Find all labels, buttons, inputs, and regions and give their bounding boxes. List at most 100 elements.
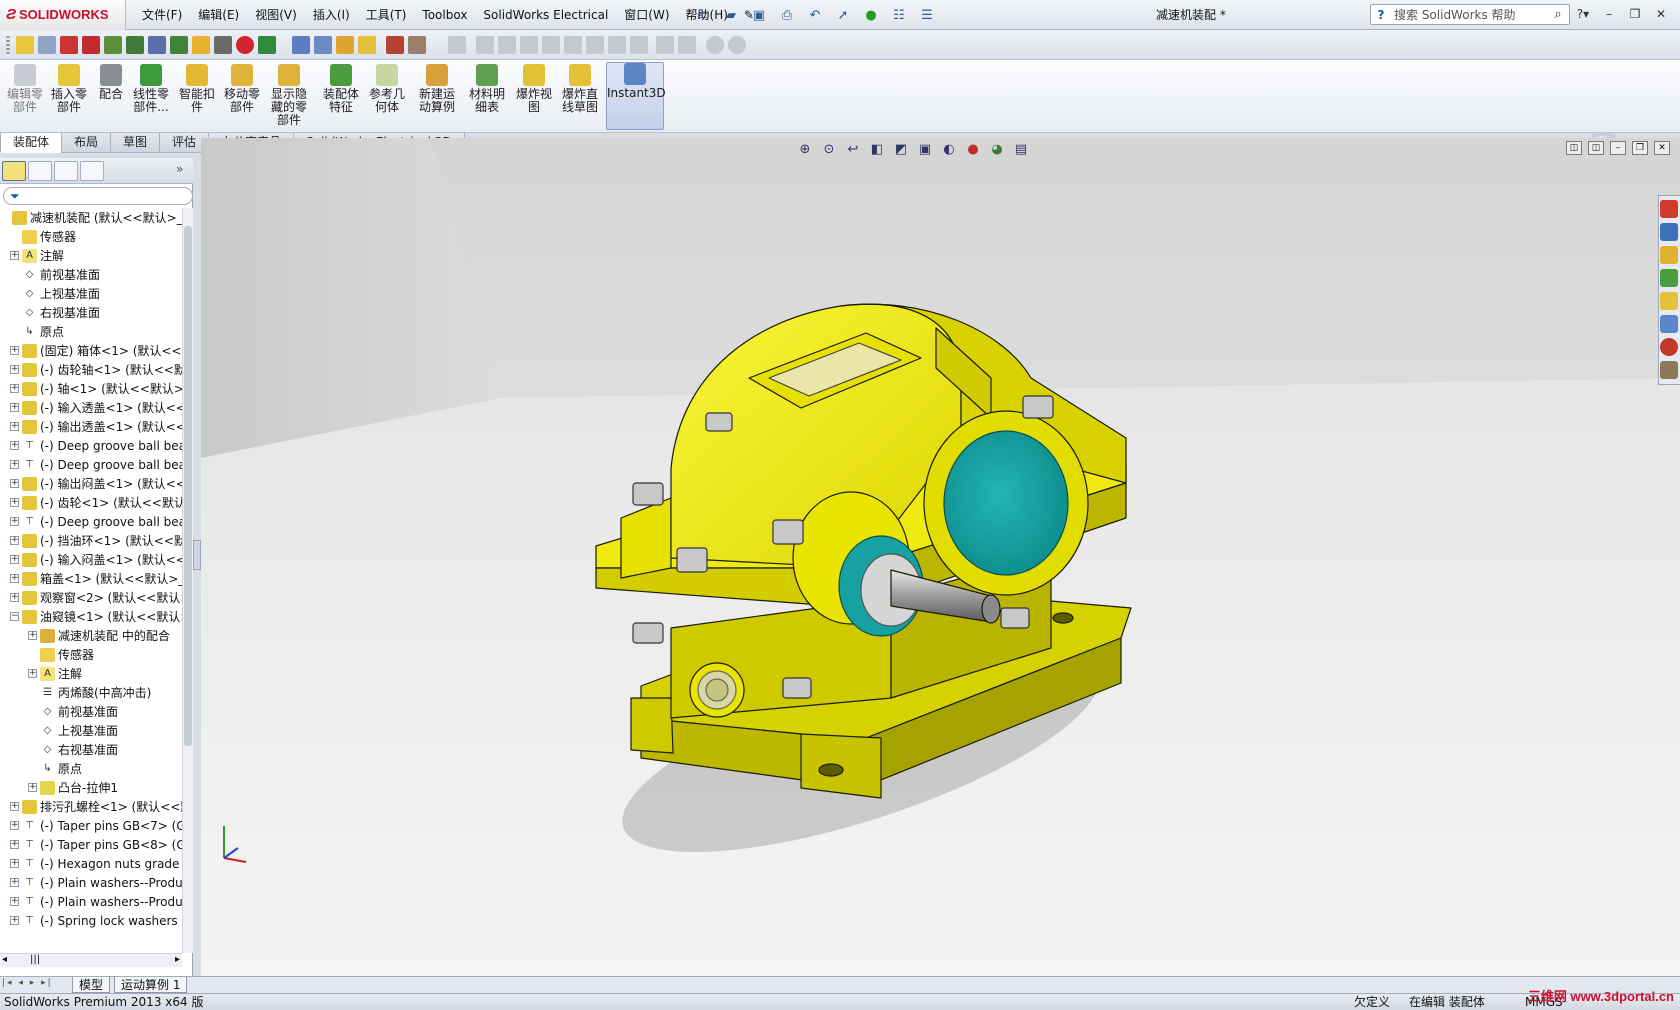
viewport-minimize-icon[interactable]: –	[1610, 141, 1626, 155]
tree-row[interactable]: +⊤(-) Deep groove ball bearin	[0, 512, 182, 532]
menu-view[interactable]: 视图(V)	[247, 0, 305, 30]
tree-row[interactable]: + (-) 齿轮轴<1> (默认<<默认	[0, 360, 182, 380]
expand-toggle-icon[interactable]: +	[10, 897, 19, 906]
tab-sketch[interactable]: 草图	[110, 133, 161, 153]
edit-component-button[interactable]: 编辑零部件	[2, 64, 48, 130]
scenes-icon[interactable]	[1660, 338, 1678, 356]
hide-show-items-icon[interactable]: ◐	[939, 140, 959, 158]
tree-row[interactable]: + ⊤ (-) Spring lock washers	[0, 911, 182, 931]
custom-properties-icon[interactable]	[1660, 361, 1678, 379]
explode-line-sketch-button[interactable]: 爆炸直线草图	[557, 64, 603, 130]
solidworks-logo[interactable]: Ƨ SOLIDWORKS	[0, 0, 126, 30]
tree-row[interactable]: + (-) 齿轮<1> (默认<<默认>_	[0, 493, 182, 513]
zoom-to-area-icon[interactable]: ⊙	[819, 140, 839, 158]
expand-toggle-icon[interactable]: +	[10, 878, 19, 887]
tree-row[interactable]: − 油窥镜<1> (默认<<默认>_显	[0, 607, 182, 627]
tool-icon[interactable]	[386, 36, 404, 54]
save-icon[interactable]: ▣	[746, 4, 772, 26]
tree-row[interactable]: + 箱盖<1> (默认<<默认>_显示	[0, 569, 182, 589]
tree-row[interactable]: + 排污孔螺栓<1> (默认<<默认	[0, 797, 182, 817]
tree-row[interactable]: + 凸台-拉伸1	[0, 778, 182, 798]
tab-layout[interactable]: 布局	[61, 133, 112, 153]
zoom-to-fit-icon[interactable]: ⊕	[795, 140, 815, 158]
grid-icon[interactable]	[214, 36, 232, 54]
tree-row[interactable]: 减速机装配 (默认<<默认>_显	[0, 208, 182, 228]
appearances-icon[interactable]	[1660, 315, 1678, 333]
menu-window[interactable]: 窗口(W)	[616, 0, 677, 30]
sketch-icon[interactable]	[104, 36, 122, 54]
menu-file[interactable]: 文件(F)	[134, 0, 190, 30]
previous-view-icon[interactable]: ↩	[843, 140, 863, 158]
tree-row[interactable]: ↳ 原点	[0, 759, 182, 779]
tree-row[interactable]: ◇ 上视基准面	[0, 721, 182, 741]
tree-row[interactable]: + (-) 输入闷盖<1> (默认<<默	[0, 550, 182, 570]
close-icon[interactable]: ✕	[1650, 3, 1672, 25]
expand-toggle-icon[interactable]: +	[10, 802, 19, 811]
tree-row[interactable]: ◇ 右视基准面	[0, 303, 182, 323]
menu-toolbox[interactable]: Toolbox	[414, 0, 475, 30]
undo-icon[interactable]: ↶	[802, 4, 828, 26]
section-view-icon[interactable]: ◧	[867, 140, 887, 158]
tree-row[interactable]: ◇ 右视基准面	[0, 740, 182, 760]
smart-fastener-button[interactable]: 智能扣件	[174, 64, 220, 130]
menu-solidworks-electrical[interactable]: SolidWorks Electrical	[475, 0, 616, 30]
view-settings-icon[interactable]: ▤	[1011, 140, 1031, 158]
expand-toggle-icon[interactable]: +	[10, 574, 19, 583]
stop-icon[interactable]	[236, 36, 254, 54]
toolbar-grey-icon-2[interactable]	[476, 36, 494, 54]
reference-geometry-button[interactable]: 参考几何体	[364, 64, 410, 130]
toolbar-grey-icon-9[interactable]	[630, 36, 648, 54]
tree-filter-field[interactable]: ⏷	[3, 187, 193, 205]
toolbar-grey-icon-8[interactable]	[608, 36, 626, 54]
expand-toggle-icon[interactable]: +	[10, 365, 19, 374]
assembly-toolbar-icon[interactable]	[16, 36, 34, 54]
expand-toggle-icon[interactable]: +	[28, 783, 37, 792]
toolbar-grey-icon-6[interactable]	[564, 36, 582, 54]
restore-icon[interactable]: ❐	[1624, 3, 1646, 25]
toolbar-grey-icon-11[interactable]	[678, 36, 696, 54]
expand-toggle-icon[interactable]: +	[10, 498, 19, 507]
expand-toggle-icon[interactable]: +	[10, 859, 19, 868]
open-folder-icon[interactable]: ▰	[718, 4, 744, 26]
tab-navigation-arrows[interactable]: |◂ ◂ ▸ ▸|	[2, 978, 64, 992]
expand-toggle-icon[interactable]: +	[10, 840, 19, 849]
view-front-icon[interactable]	[292, 36, 310, 54]
bom-button[interactable]: 材料明细表	[464, 64, 510, 130]
edit-appearance-icon[interactable]: ●	[963, 140, 983, 158]
apply-scene-icon[interactable]: ◕	[987, 140, 1007, 158]
expand-toggle-icon[interactable]: +	[10, 593, 19, 602]
tree-vertical-scrollbar[interactable]	[182, 208, 193, 953]
rebuild-icon[interactable]: ●	[858, 4, 884, 26]
graphics-area[interactable]	[201, 138, 1680, 976]
photo-icon[interactable]	[336, 36, 354, 54]
expand-panel-icon[interactable]: »	[176, 162, 183, 176]
assembly-feature-button[interactable]: 装配体特征	[318, 64, 364, 130]
expand-toggle-icon[interactable]: +	[10, 479, 19, 488]
part-icon[interactable]	[60, 36, 78, 54]
tree-row[interactable]: + A 注解	[0, 246, 182, 266]
search-results-icon[interactable]	[1660, 269, 1678, 287]
expand-toggle-icon[interactable]: +	[10, 441, 19, 450]
toolbar-grey-icon-3[interactable]	[498, 36, 516, 54]
toolbar-grey-icon-4[interactable]	[520, 36, 538, 54]
viewport-split-icon[interactable]: ◫	[1566, 141, 1582, 155]
display-style-icon[interactable]: ▣	[915, 140, 935, 158]
file-properties-icon[interactable]: ☷	[886, 4, 912, 26]
tree-row[interactable]: ☰ 丙烯酸(中高冲击)	[0, 683, 182, 703]
measure-icon[interactable]	[170, 36, 188, 54]
tree-row[interactable]: + ⊤ (-) Hexagon nuts grade C	[0, 854, 182, 874]
viewport-restore-icon[interactable]: ❐	[1632, 141, 1648, 155]
tree-row[interactable]: +⊤(-) Deep groove ball bearin	[0, 436, 182, 456]
tree-row[interactable]: + 观察窗<2> (默认<<默认>_显	[0, 588, 182, 608]
tree-row[interactable]: + (-) 输出闷盖<1> (默认<<默	[0, 474, 182, 494]
menu-edit[interactable]: 编辑(E)	[190, 0, 247, 30]
toolbar-grey-icon-13[interactable]	[728, 36, 746, 54]
options-icon[interactable]: ☰	[914, 4, 940, 26]
view-orientation-icon[interactable]: ◩	[891, 140, 911, 158]
expand-toggle-icon[interactable]: +	[10, 384, 19, 393]
expand-toggle-icon[interactable]: +	[10, 346, 19, 355]
view-orient-icon[interactable]	[314, 36, 332, 54]
new-motion-study-button[interactable]: 新建运动算例	[414, 64, 460, 130]
tree-row[interactable]: ◇ 前视基准面	[0, 702, 182, 722]
tree-row[interactable]: + (固定) 箱体<1> (默认<<默认	[0, 341, 182, 361]
